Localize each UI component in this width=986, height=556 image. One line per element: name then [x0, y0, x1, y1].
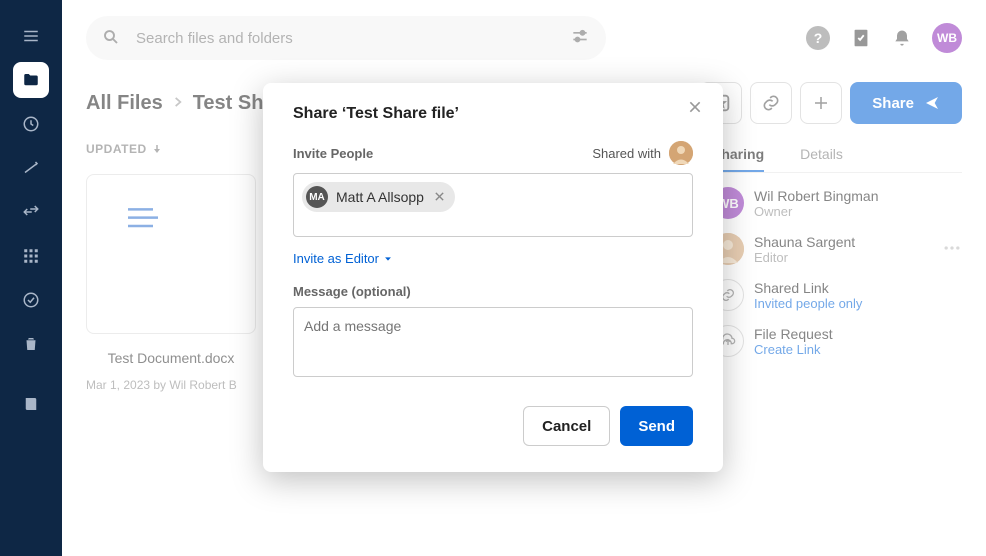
- send-button[interactable]: Send: [620, 406, 693, 446]
- close-icon[interactable]: [683, 95, 707, 119]
- cancel-button[interactable]: Cancel: [523, 406, 610, 446]
- transfer-icon[interactable]: [13, 194, 49, 230]
- modal-title: Share ‘Test Share file’: [293, 105, 693, 123]
- share-modal: Share ‘Test Share file’ Invite People Sh…: [263, 83, 723, 472]
- check-circle-icon[interactable]: [13, 282, 49, 318]
- invite-chip: MA Matt A Allsopp: [302, 182, 455, 212]
- app-sidebar: [0, 0, 62, 556]
- folder-icon[interactable]: [13, 62, 49, 98]
- message-input[interactable]: [293, 307, 693, 377]
- chip-name: Matt A Allsopp: [336, 189, 424, 205]
- modal-actions: Cancel Send: [293, 406, 693, 446]
- book-icon[interactable]: [13, 386, 49, 422]
- caret-down-icon: [383, 254, 393, 264]
- sparkle-icon[interactable]: [13, 150, 49, 186]
- shared-with: Shared with: [592, 141, 693, 165]
- clock-icon[interactable]: [13, 106, 49, 142]
- chip-avatar: MA: [306, 186, 328, 208]
- hamburger-icon[interactable]: [13, 18, 49, 54]
- invite-input[interactable]: MA Matt A Allsopp: [293, 173, 693, 237]
- message-label: Message (optional): [293, 284, 693, 299]
- shared-with-avatar[interactable]: [669, 141, 693, 165]
- trash-icon[interactable]: [13, 326, 49, 362]
- grid-icon[interactable]: [13, 238, 49, 274]
- chip-remove-icon[interactable]: [434, 190, 445, 205]
- invite-role-selector[interactable]: Invite as Editor: [293, 251, 693, 266]
- invite-label: Invite People: [293, 146, 373, 161]
